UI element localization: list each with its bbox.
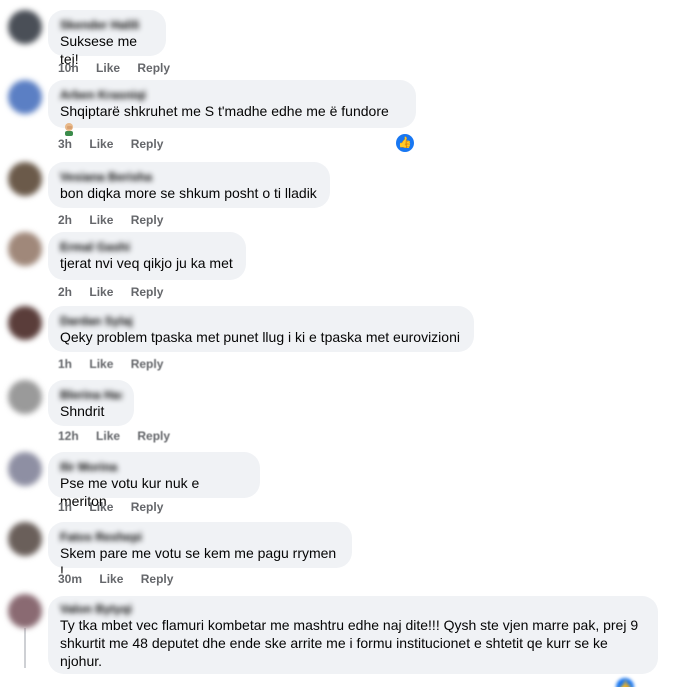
thumbs-up-reaction-icon[interactable]: 👍	[616, 678, 634, 687]
comment-actions: 12h Like Reply	[58, 429, 184, 443]
avatar[interactable]	[8, 306, 42, 340]
comment-text: Qeky problem tpaska met punet llug i ki …	[60, 329, 460, 345]
comment-bubble: Arben Krasniqi Shqiptarë shkruhet me S t…	[48, 80, 416, 136]
like-button[interactable]: Like	[89, 213, 113, 227]
comment-actions: 30m Like Reply	[58, 572, 187, 586]
avatar[interactable]	[8, 594, 42, 628]
like-button[interactable]: Like	[89, 137, 113, 151]
comment-bubble: Skender Halili Suksese me tej!	[48, 10, 166, 67]
comment-text: Shqiptarë shkruhet me S t'madhe edhe me …	[60, 102, 404, 138]
comment-actions: 2h Like Reply	[58, 285, 177, 299]
avatar[interactable]	[8, 10, 42, 44]
comment-author[interactable]: Ermal Gashi	[60, 240, 234, 254]
avatar[interactable]	[8, 80, 42, 114]
comment-bubble: Blerina Hasani Shndrit	[48, 380, 134, 426]
reply-button[interactable]: Reply	[137, 61, 170, 75]
like-button[interactable]: Like	[89, 500, 113, 514]
reply-button[interactable]: Reply	[141, 572, 174, 586]
avatar[interactable]	[8, 232, 42, 266]
comment-time[interactable]: 2h	[58, 285, 72, 299]
thumbs-up-reaction-icon[interactable]: 👍	[396, 134, 414, 152]
reply-button[interactable]: Reply	[137, 429, 170, 443]
like-button[interactable]: Like	[96, 429, 120, 443]
comment-text: bon diqka more se shkum posht o ti lladi…	[60, 185, 317, 201]
reply-button[interactable]: Reply	[131, 285, 164, 299]
comment-author[interactable]: Arben Krasniqi	[60, 88, 404, 102]
comment-author[interactable]: Valon Bytyqi	[60, 602, 646, 616]
comment-actions: 10h Like Reply	[58, 61, 184, 75]
comment-author[interactable]: Vesiana Berisha	[60, 170, 318, 184]
reply-button[interactable]: Reply	[131, 137, 164, 151]
comment-time[interactable]: 30m	[58, 572, 82, 586]
like-button[interactable]: Like	[96, 61, 120, 75]
comment-text: Shndrit	[60, 403, 105, 419]
comment-bubble: Vesiana Berisha bon diqka more se shkum …	[48, 162, 330, 208]
avatar[interactable]	[8, 380, 42, 414]
comment-time[interactable]: 2h	[58, 213, 72, 227]
comment-author[interactable]: Skender Halili	[60, 18, 154, 32]
comment-actions: 1h Like Reply	[58, 500, 177, 514]
man-facepalming-emoji	[65, 123, 73, 136]
comment-author[interactable]: Ilir Morina	[60, 460, 248, 474]
avatar[interactable]	[8, 522, 42, 556]
reply-button[interactable]: Reply	[131, 500, 164, 514]
like-button[interactable]: Like	[99, 572, 123, 586]
thread-line	[24, 628, 26, 668]
like-button[interactable]: Like	[89, 285, 113, 299]
comment-text-content: Shqiptarë shkruhet me S t'madhe edhe me …	[60, 103, 389, 119]
comment-time[interactable]: 1h	[58, 500, 72, 514]
comment-time[interactable]: 3h	[58, 137, 72, 151]
comment-time[interactable]: 10h	[58, 61, 79, 75]
comment-bubble: Valon Bytyqi Ty tka mbet vec flamuri kom…	[48, 596, 658, 674]
avatar[interactable]	[8, 452, 42, 486]
like-button[interactable]: Like	[89, 357, 113, 371]
comment-time[interactable]: 12h	[58, 429, 79, 443]
comment-text: Ty tka mbet vec flamuri kombetar me mash…	[60, 617, 639, 669]
reply-button[interactable]: Reply	[131, 213, 164, 227]
comment-actions: 1h Like Reply	[58, 357, 177, 371]
comment-feed: Skender Halili Suksese me tej! 10h Like …	[0, 0, 692, 687]
comment-bubble: Fatos Rexhepi Skem pare me votu se kem m…	[48, 522, 352, 579]
avatar[interactable]	[8, 162, 42, 196]
comment-bubble: Dardan Sylaj Qeky problem tpaska met pun…	[48, 306, 474, 352]
comment-actions: 3h Like Reply	[58, 137, 177, 151]
comment-author[interactable]: Fatos Rexhepi	[60, 530, 340, 544]
reply-button[interactable]: Reply	[131, 357, 164, 371]
comment-bubble: Ilir Morina Pse me votu kur nuk e merito…	[48, 452, 260, 509]
comment-text: tjerat nvi veq qikjo ju ka met	[60, 255, 233, 271]
comment-author[interactable]: Dardan Sylaj	[60, 314, 462, 328]
comment-actions: 2h Like Reply	[58, 213, 177, 227]
comment-author[interactable]: Blerina Hasani	[60, 388, 122, 402]
comment-time[interactable]: 1h	[58, 357, 72, 371]
comment-bubble: Ermal Gashi tjerat nvi veq qikjo ju ka m…	[48, 232, 246, 280]
